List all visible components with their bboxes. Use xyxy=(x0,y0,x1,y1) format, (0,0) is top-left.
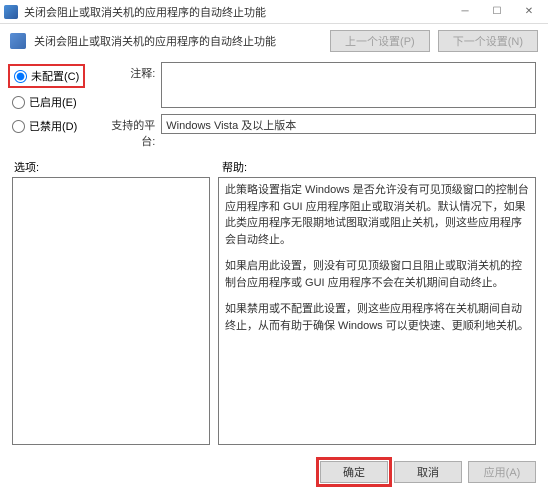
header-row: 关闭会阻止或取消关机的应用程序的自动终止功能 上一个设置(P) 下一个设置(N) xyxy=(0,24,548,58)
ok-button[interactable]: 确定 xyxy=(320,461,388,483)
radio-unconfigured[interactable]: 未配置(C) xyxy=(8,64,85,88)
help-label: 帮助: xyxy=(214,159,534,175)
next-setting-button[interactable]: 下一个设置(N) xyxy=(438,30,538,52)
platform-value: Windows Vista 及以上版本 xyxy=(161,114,536,134)
comment-line: 注释: xyxy=(99,62,536,108)
panels: 此策略设置指定 Windows 是否允许没有可见顶级窗口的控制台应用程序和 GU… xyxy=(12,177,536,445)
radio-group: 未配置(C) 已启用(E) 已禁用(D) xyxy=(12,62,81,134)
comment-input[interactable] xyxy=(161,62,536,108)
close-button[interactable]: ✕ xyxy=(514,2,544,22)
form-column: 注释: 支持的平台: Windows Vista 及以上版本 xyxy=(99,62,536,149)
comment-label: 注释: xyxy=(99,62,155,81)
maximize-button[interactable]: ☐ xyxy=(482,2,512,22)
radio-unconfigured-label: 未配置(C) xyxy=(31,68,79,84)
minimize-button[interactable]: ─ xyxy=(450,2,480,22)
section-labels: 选项: 帮助: xyxy=(12,159,536,175)
previous-setting-button[interactable]: 上一个设置(P) xyxy=(330,30,430,52)
cancel-button[interactable]: 取消 xyxy=(394,461,462,483)
radio-enabled-label: 已启用(E) xyxy=(29,94,77,110)
options-label: 选项: xyxy=(14,159,214,175)
help-text: 如果禁用或不配置此设置，则这些应用程序将在关机期间自动终止，从而有助于确保 Wi… xyxy=(225,301,529,334)
radio-enabled-input[interactable] xyxy=(12,96,25,109)
options-panel xyxy=(12,177,210,445)
help-panel: 此策略设置指定 Windows 是否允许没有可见顶级窗口的控制台应用程序和 GU… xyxy=(218,177,536,445)
policy-title: 关闭会阻止或取消关机的应用程序的自动终止功能 xyxy=(34,33,322,49)
config-row: 未配置(C) 已启用(E) 已禁用(D) 注释: 支持的平台: Windows … xyxy=(12,62,536,149)
help-text: 如果启用此设置，则没有可见顶级窗口且阻止或取消关机的控制台应用程序或 GUI 应… xyxy=(225,258,529,291)
radio-disabled[interactable]: 已禁用(D) xyxy=(12,118,81,134)
apply-button[interactable]: 应用(A) xyxy=(468,461,536,483)
platform-label: 支持的平台: xyxy=(99,114,155,149)
footer: 确定 取消 应用(A) xyxy=(0,453,548,491)
titlebar: 关闭会阻止或取消关机的应用程序的自动终止功能 ─ ☐ ✕ xyxy=(0,0,548,24)
window-controls: ─ ☐ ✕ xyxy=(450,2,544,22)
radio-disabled-input[interactable] xyxy=(12,120,25,133)
radio-enabled[interactable]: 已启用(E) xyxy=(12,94,81,110)
window-title: 关闭会阻止或取消关机的应用程序的自动终止功能 xyxy=(24,4,450,20)
platform-line: 支持的平台: Windows Vista 及以上版本 xyxy=(99,114,536,149)
radio-unconfigured-input[interactable] xyxy=(14,70,27,83)
radio-disabled-label: 已禁用(D) xyxy=(29,118,77,134)
app-icon xyxy=(4,5,18,19)
help-text: 此策略设置指定 Windows 是否允许没有可见顶级窗口的控制台应用程序和 GU… xyxy=(225,182,529,248)
policy-icon xyxy=(10,33,26,49)
